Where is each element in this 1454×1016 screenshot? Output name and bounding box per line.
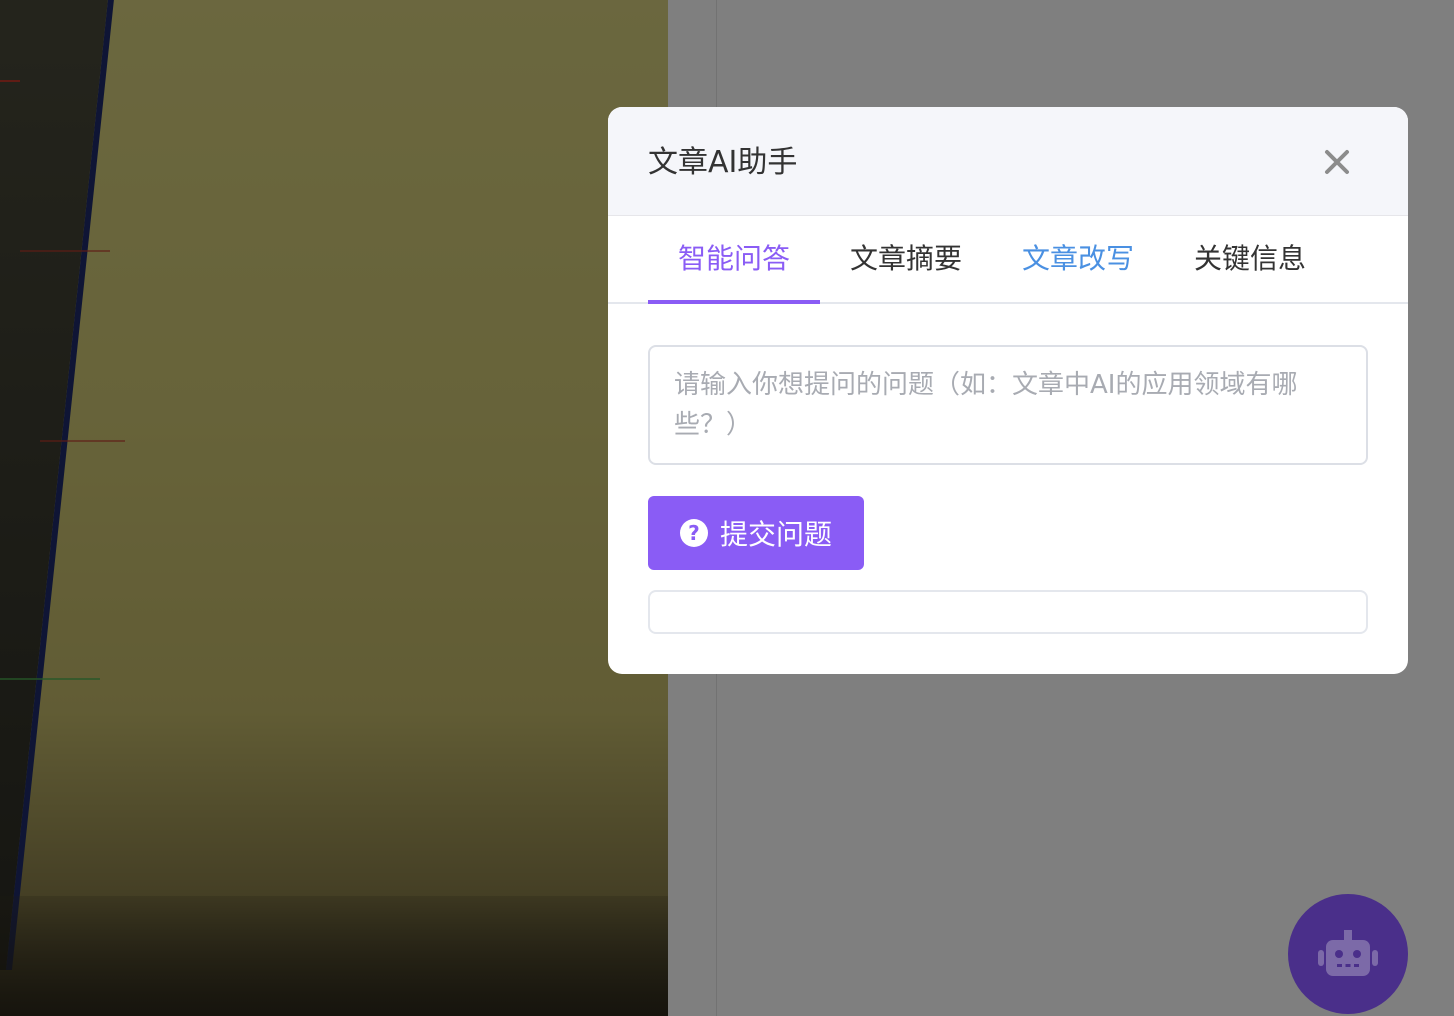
close-button[interactable]	[1322, 147, 1352, 177]
modal-header: 文章AI助手	[608, 107, 1408, 216]
ai-assistant-fab[interactable]	[1288, 894, 1408, 1014]
question-circle-icon: ?	[679, 519, 708, 547]
tab-article-rewrite[interactable]: 文章改写	[992, 216, 1164, 302]
page: 文章AI助手 智能问答 文章摘要 文章改写 关键信息 ? 提交问题	[0, 0, 1454, 1016]
submit-question-button[interactable]: ? 提交问题	[648, 496, 864, 570]
tab-smart-qa[interactable]: 智能问答	[648, 216, 820, 302]
modal-title: 文章AI助手	[648, 145, 798, 180]
tab-key-info[interactable]: 关键信息	[1164, 216, 1336, 302]
tab-bar: 智能问答 文章摘要 文章改写 关键信息	[608, 216, 1408, 304]
active-tab-indicator	[648, 300, 820, 304]
robot-icon	[1318, 930, 1378, 976]
question-input[interactable]	[648, 345, 1368, 465]
submit-question-label: 提交问题	[719, 518, 832, 551]
close-icon	[1325, 150, 1349, 174]
answer-output-box	[648, 590, 1368, 634]
tab-article-summary[interactable]: 文章摘要	[820, 216, 992, 302]
ai-assistant-modal: 文章AI助手 智能问答 文章摘要 文章改写 关键信息 ? 提交问题	[608, 107, 1408, 674]
